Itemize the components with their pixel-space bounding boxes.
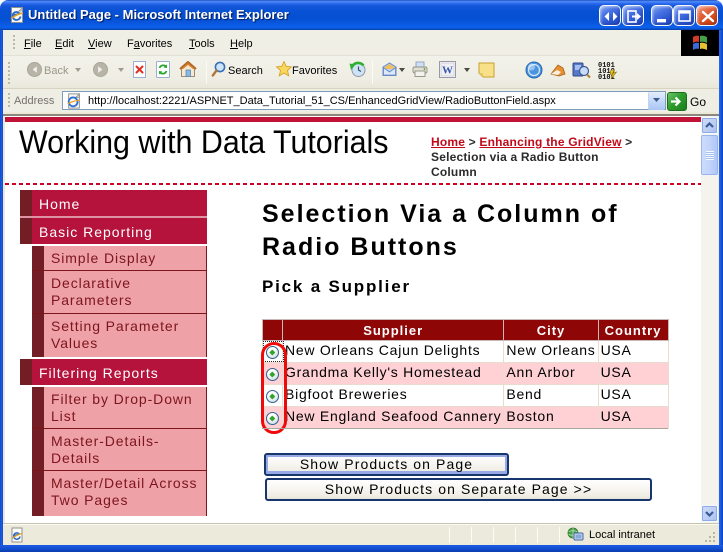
svg-text:W: W <box>442 65 453 77</box>
